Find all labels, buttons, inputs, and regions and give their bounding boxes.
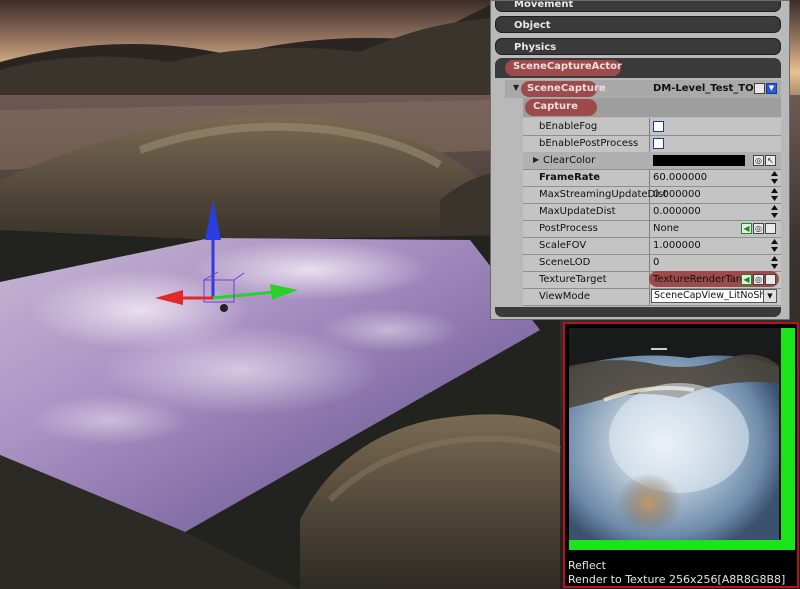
spinner-arrows-icon[interactable]: [770, 238, 779, 253]
use-selected-arrow-icon[interactable]: ◀: [741, 274, 752, 285]
actor-section-footer: [495, 307, 781, 317]
spinner-arrows-icon[interactable]: [770, 255, 779, 270]
component-value: DM-Level_Test_TOS: [653, 83, 761, 94]
property-name: bEnableFog: [539, 121, 598, 132]
category-object[interactable]: Object: [495, 16, 781, 33]
property-row-texturetarget: TextureTarget TextureRenderTarge ◀ ◎: [523, 271, 781, 289]
expand-arrow-icon[interactable]: ▶: [533, 155, 539, 164]
property-row-scenelod: SceneLOD 0: [523, 254, 781, 272]
property-row-postprocess: PostProcess None ◀ ◎: [523, 220, 781, 238]
checkbox-icon[interactable]: [754, 83, 765, 94]
render-target-name: Reflect: [568, 559, 606, 572]
property-row-benablepostprocess: bEnablePostProcess: [523, 135, 781, 153]
search-icon[interactable]: ◎: [753, 223, 764, 234]
dropdown-icon[interactable]: ▼: [766, 83, 777, 94]
green-border-bar: [569, 540, 795, 550]
property-name: bEnablePostProcess: [539, 138, 639, 149]
property-name: ScaleFOV: [539, 240, 587, 251]
clear-icon[interactable]: [765, 223, 776, 234]
property-row-clearcolor: ▶ ClearColor ◎ ↖: [523, 152, 781, 170]
property-name: ViewMode: [539, 291, 590, 302]
render-target-preview[interactable]: Reflect Render to Texture 256x256[A8R8G8…: [563, 322, 799, 588]
spinner-arrows-icon[interactable]: [770, 204, 779, 219]
property-name: PostProcess: [539, 223, 598, 234]
property-value[interactable]: TextureRenderTarge: [653, 271, 752, 288]
category-label: Object: [514, 20, 551, 31]
property-row-framerate: FrameRate 60.000000: [523, 169, 781, 187]
property-row-maxstreamingupdatedist: MaxStreamingUpdateDist 0.000000: [523, 186, 781, 204]
benablefog-checkbox[interactable]: [653, 121, 664, 132]
chevron-down-icon[interactable]: ▼: [763, 290, 776, 302]
property-value[interactable]: 60.000000: [653, 169, 707, 186]
spinner-arrows-icon[interactable]: [770, 170, 779, 185]
expand-arrow-icon[interactable]: ▼: [513, 83, 519, 92]
property-name: FrameRate: [539, 172, 601, 183]
property-row-benablefog: bEnableFog: [523, 118, 781, 136]
property-name: MaxUpdateDist: [539, 206, 616, 217]
component-header[interactable]: ▼ SceneCapture DM-Level_Test_TOS ▼: [505, 80, 781, 98]
category-physics[interactable]: Physics: [495, 38, 781, 55]
search-icon[interactable]: ◎: [753, 155, 764, 166]
property-value[interactable]: 0.000000: [653, 186, 701, 203]
property-row-maxupdatedist: MaxUpdateDist 0.000000: [523, 203, 781, 221]
property-name: ClearColor: [543, 155, 596, 166]
green-border-bar: [781, 328, 795, 550]
actor-section-label: SceneCaptureActor: [513, 61, 622, 72]
property-name: SceneLOD: [539, 257, 591, 268]
category-movement[interactable]: Movement: [495, 0, 781, 12]
benablepostprocess-checkbox[interactable]: [653, 138, 664, 149]
capture-label: Capture: [533, 101, 578, 112]
spinner-arrows-icon[interactable]: [770, 187, 779, 202]
actor-section-header[interactable]: SceneCaptureActor: [495, 58, 781, 78]
clear-icon[interactable]: [765, 274, 776, 285]
property-value[interactable]: 1.000000: [653, 237, 701, 254]
viewmode-selected-value: SceneCapView_LitNoShac: [654, 290, 777, 301]
render-target-info: Render to Texture 256x256[A8R8G8B8]: [568, 573, 786, 586]
category-label: Movement: [514, 0, 574, 10]
color-picker-icon[interactable]: ↖: [765, 155, 776, 166]
capture-subcategory[interactable]: Capture: [523, 98, 781, 117]
category-label: Physics: [514, 42, 557, 53]
property-value[interactable]: 0.000000: [653, 203, 701, 220]
use-selected-arrow-icon[interactable]: ◀: [741, 223, 752, 234]
property-name: MaxStreamingUpdateDist: [539, 189, 668, 200]
properties-panel: Movement Object Physics SceneCaptureActo…: [490, 0, 790, 320]
property-row-viewmode: ViewMode SceneCapView_LitNoShac ▼: [523, 288, 781, 306]
viewmode-select[interactable]: SceneCapView_LitNoShac ▼: [651, 289, 777, 303]
search-icon[interactable]: ◎: [753, 274, 764, 285]
property-value[interactable]: None: [653, 220, 679, 237]
color-swatch[interactable]: [653, 155, 745, 166]
component-label: SceneCapture: [527, 83, 606, 94]
property-name: TextureTarget: [539, 274, 607, 285]
render-target-image: [569, 328, 795, 550]
property-row-scalefov: ScaleFOV 1.000000: [523, 237, 781, 255]
property-value[interactable]: 0: [653, 254, 659, 271]
